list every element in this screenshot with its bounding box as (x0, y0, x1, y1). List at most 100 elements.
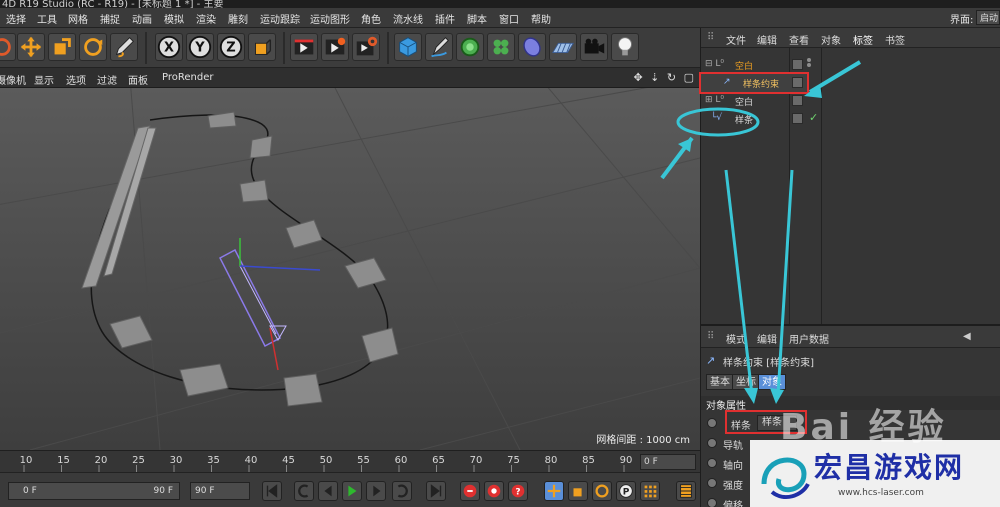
autokey-icon[interactable] (484, 481, 504, 501)
animate-toggle[interactable] (707, 418, 717, 428)
menu-item-animate[interactable]: 动画 (132, 11, 152, 26)
menu-item-mograph[interactable]: 运动图形 (310, 11, 350, 26)
play-icon[interactable] (342, 481, 362, 501)
object-row-null-1[interactable]: ⊟ L⁰ 空白 (701, 56, 1000, 74)
go-start-icon[interactable] (262, 481, 282, 501)
animate-toggle[interactable] (707, 478, 717, 488)
menu-item-help[interactable]: 帮助 (531, 11, 551, 26)
visibility-toggle[interactable] (792, 59, 803, 70)
coordinate-system-icon[interactable] (248, 33, 276, 61)
spline-icon: └√ (711, 113, 723, 123)
viewport-menu-camera[interactable]: 摄像机 (0, 72, 26, 87)
visibility-toggle[interactable] (792, 77, 803, 88)
menu-item-motion-tracking[interactable]: 运动跟踪 (260, 11, 300, 26)
menu-item-script[interactable]: 脚本 (467, 11, 487, 26)
pen-icon[interactable] (425, 33, 453, 61)
prev-key-icon[interactable] (294, 481, 314, 501)
range-slider[interactable]: 0 F 90 F (8, 482, 180, 500)
subdivision-icon[interactable] (456, 33, 484, 61)
scale-icon[interactable] (48, 33, 76, 61)
attr-row-axis: 轴向 (701, 454, 1000, 472)
z-axis-icon[interactable]: Z (217, 33, 245, 61)
menu-item-snap[interactable]: 捕捉 (100, 11, 120, 26)
animate-toggle[interactable] (707, 458, 717, 468)
om-menu-edit[interactable]: 编辑 (757, 32, 777, 47)
menu-item-window[interactable]: 窗口 (499, 11, 519, 26)
om-menu-objects[interactable]: 对象 (821, 32, 841, 47)
pla-key-icon[interactable] (640, 481, 660, 501)
cloner-icon[interactable] (487, 33, 515, 61)
scale-key-icon[interactable] (568, 481, 588, 501)
am-menu-mode[interactable]: 模式 (726, 331, 746, 346)
om-menu-tags[interactable]: 标签 (853, 32, 873, 47)
deformer-icon[interactable] (518, 33, 546, 61)
animate-toggle[interactable] (707, 498, 717, 507)
go-end-icon[interactable] (392, 481, 412, 501)
om-menu-bookmarks[interactable]: 书签 (885, 32, 905, 47)
timeline-icon[interactable] (676, 481, 696, 501)
cube-icon[interactable] (394, 33, 422, 61)
tab-basic[interactable]: 基本 (706, 374, 734, 390)
tab-coordinates[interactable]: 坐标 (732, 374, 760, 390)
3d-viewport[interactable]: 网格间距 : 1000 cm (0, 88, 700, 450)
viewport-menu-filter[interactable]: 过滤 (97, 72, 117, 87)
param-key-icon[interactable]: P (616, 481, 636, 501)
om-menu-file[interactable]: 文件 (726, 32, 746, 47)
menu-item-character[interactable]: 角色 (361, 11, 381, 26)
object-row-null-2[interactable]: ⊞ L⁰ 空白 (701, 92, 1000, 110)
menu-item-plugins[interactable]: 插件 (435, 11, 455, 26)
camera-icon[interactable] (580, 33, 608, 61)
viewport-menu-prorender[interactable]: ProRender (162, 72, 213, 83)
viewport-nav-icons[interactable]: ✥ ⇣ ↻ ▢ (633, 71, 696, 84)
object-row-spline[interactable]: └√ 样条 ✓ (701, 110, 1000, 128)
rotate-tool-icon[interactable] (79, 33, 107, 61)
viewport-menu-display[interactable]: 显示 (34, 72, 54, 87)
menu-item-pipeline[interactable]: 流水线 (393, 11, 423, 26)
floor-icon[interactable] (549, 33, 577, 61)
next-key-icon[interactable] (366, 481, 386, 501)
menu-item-mesh[interactable]: 网格 (68, 11, 88, 26)
menu-item-render[interactable]: 渲染 (196, 11, 216, 26)
enabled-check-icon[interactable]: ✓ (809, 111, 818, 124)
play-back-icon[interactable] (318, 481, 338, 501)
live-select-icon[interactable] (110, 33, 138, 61)
menu-item-simulate[interactable]: 模拟 (164, 11, 184, 26)
move-key-icon[interactable] (544, 481, 564, 501)
current-frame-field[interactable]: 0 F (640, 454, 696, 470)
layout-label: 界面: (950, 15, 974, 26)
viewport-menu-options[interactable]: 选项 (66, 72, 86, 87)
y-axis-icon[interactable]: Y (186, 33, 214, 61)
menu-item-select[interactable]: 选择 (6, 11, 26, 26)
back-arrow-icon[interactable]: ◀ (963, 331, 971, 342)
end-frame-field[interactable]: 90 F (190, 482, 250, 500)
rotate-key-icon[interactable] (592, 481, 612, 501)
rotate-icon[interactable] (0, 33, 16, 61)
om-menu-view[interactable]: 查看 (789, 32, 809, 47)
x-axis-icon[interactable]: X (155, 33, 183, 61)
render-picture-icon[interactable] (321, 33, 349, 61)
visibility-toggle[interactable] (792, 95, 803, 106)
go-last-icon[interactable] (426, 481, 446, 501)
menu-item-tools[interactable]: 工具 (37, 11, 57, 26)
am-menu-userdata[interactable]: 用户数据 (789, 331, 829, 346)
tab-object[interactable]: 对象 (758, 374, 786, 390)
visibility-toggle[interactable] (792, 113, 803, 124)
object-row-spline-constraint[interactable]: ↗ 样条约束 (699, 72, 809, 94)
viewport-menu-panel[interactable]: 面板 (128, 72, 148, 87)
menu-item-sculpt[interactable]: 雕刻 (228, 11, 248, 26)
layout-select[interactable]: 启动 (976, 10, 1000, 25)
timeline-tick-label: 70 (470, 455, 483, 466)
render-settings-icon[interactable] (352, 33, 380, 61)
light-icon[interactable] (611, 33, 639, 61)
record-icon[interactable] (460, 481, 480, 501)
animate-toggle[interactable] (707, 438, 717, 448)
help-icon[interactable]: ? (508, 481, 528, 501)
render-view-icon[interactable] (290, 33, 318, 61)
move-icon[interactable] (17, 33, 45, 61)
column-divider (821, 48, 822, 324)
visibility-dots-icon[interactable] (807, 58, 811, 72)
am-menu-edit[interactable]: 编辑 (757, 331, 777, 346)
svg-text:P: P (623, 488, 630, 498)
timeline[interactable]: 10 15 20 25 30 35 40 45 50 55 60 65 70 75 80 85 90 0 F (0, 450, 700, 473)
viewport-header: 摄像机 显示 选项 过滤 面板 ProRender ✥ ⇣ ↻ ▢ (0, 68, 700, 88)
